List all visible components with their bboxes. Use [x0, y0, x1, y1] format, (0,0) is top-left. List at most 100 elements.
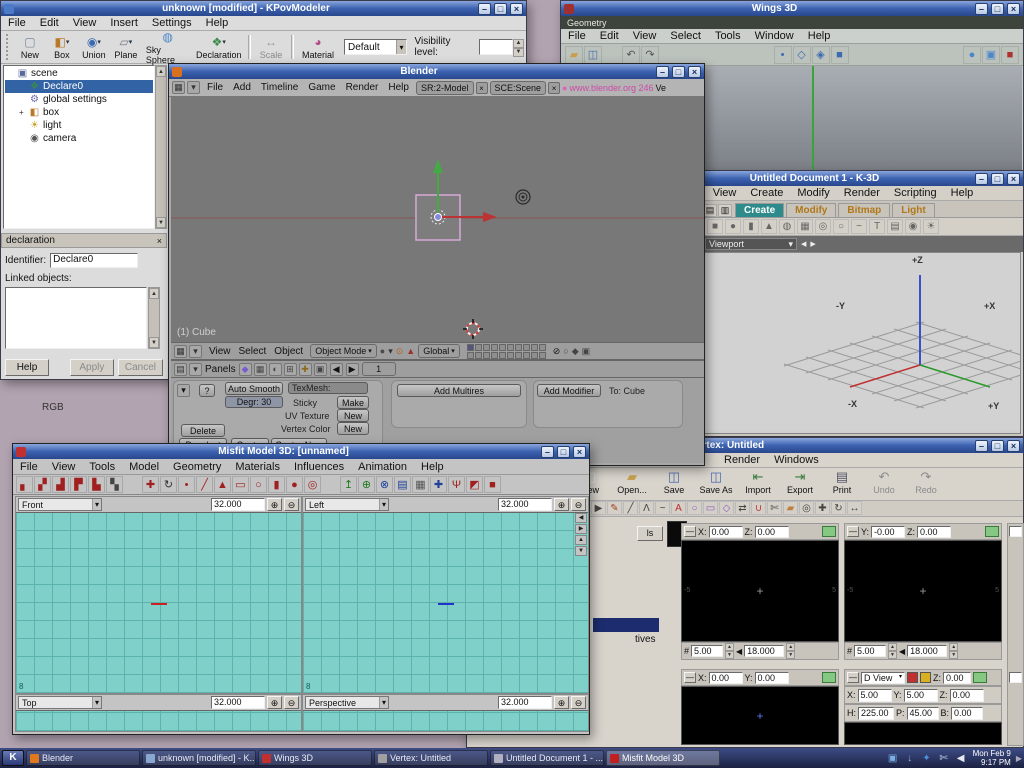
- pitch-input[interactable]: 45.00: [907, 707, 939, 720]
- toolbar-handle-icon[interactable]: [6, 34, 11, 60]
- minimize-icon[interactable]: –: [975, 173, 988, 185]
- z-input[interactable]: 0.00: [943, 672, 971, 684]
- face-select-icon[interactable]: ◈: [812, 46, 830, 64]
- collapse-panel-icon[interactable]: —: [684, 672, 696, 683]
- save-button[interactable]: ◫ Save: [653, 468, 695, 495]
- object-context-icon[interactable]: ⊞: [284, 363, 297, 376]
- panel-align-icon[interactable]: ▤: [174, 363, 187, 376]
- logic-context-icon[interactable]: ◆: [239, 363, 252, 376]
- redo-button[interactable]: ↷ Redo: [905, 468, 947, 495]
- joint-tool-icon[interactable]: ✚: [430, 476, 447, 493]
- panel-collapse-icon[interactable]: ▾: [177, 384, 190, 397]
- dropdown-arrow-icon[interactable]: ▾: [788, 239, 793, 250]
- maximize-icon[interactable]: □: [991, 440, 1004, 452]
- collapse-panel-icon[interactable]: —: [684, 526, 696, 537]
- zoom-spinner[interactable]: ▲▼: [949, 643, 958, 659]
- wings-titlebar[interactable]: Wings 3D – □ ×: [561, 1, 1023, 16]
- auto-smooth-button[interactable]: Auto Smooth: [225, 382, 283, 395]
- menu-item[interactable]: Scripting: [887, 186, 944, 200]
- toolbar-icon[interactable]: [603, 46, 621, 64]
- extrude-tool-icon[interactable]: ↥: [340, 476, 357, 493]
- zoom-in-icon[interactable]: ⊕: [554, 696, 569, 709]
- pivot-center-icon[interactable]: ⊙: [396, 346, 404, 357]
- polygon-icon[interactable]: ◇: [719, 501, 734, 515]
- grid-size-spinner[interactable]: ▲▼: [725, 643, 734, 659]
- declaration-button[interactable]: ❖▾ Declaration: [193, 35, 244, 60]
- menu-item[interactable]: Modify: [790, 186, 836, 200]
- lock-icon[interactable]: ⊘: [553, 346, 561, 357]
- scene-context-icon[interactable]: ▣: [314, 363, 327, 376]
- uv-texture-new-button[interactable]: New: [337, 409, 369, 422]
- tree-item-light[interactable]: ☀ light: [5, 119, 153, 132]
- minimize-icon[interactable]: –: [656, 66, 669, 78]
- menu-item[interactable]: Game: [303, 81, 340, 94]
- select-bone-joints-icon[interactable]: ▙: [88, 476, 105, 493]
- sky-sphere-button[interactable]: ◍ Sky Sphere: [142, 30, 194, 65]
- zoom-spinner[interactable]: ▲▼: [786, 643, 795, 659]
- menu-item[interactable]: Edit: [593, 29, 626, 43]
- create-torus-icon[interactable]: ◎: [815, 219, 831, 234]
- cylinder-tool-icon[interactable]: ▮: [268, 476, 285, 493]
- tree-scrollbar[interactable]: ▲ ▼: [155, 65, 167, 229]
- vertex-color-new-button[interactable]: New: [337, 422, 369, 435]
- menu-item[interactable]: Render: [837, 186, 887, 200]
- scale-button[interactable]: ↔ Scale: [255, 35, 287, 60]
- viewport-shading-icon[interactable]: ●: [380, 346, 385, 357]
- update-notifier-icon[interactable]: ↓: [903, 751, 917, 765]
- spin-up-icon[interactable]: ▲: [513, 39, 524, 48]
- menu-item[interactable]: Help: [199, 16, 236, 30]
- zoom-level-input[interactable]: 32.000: [211, 498, 265, 511]
- minimize-icon[interactable]: –: [478, 3, 491, 15]
- zoom-input[interactable]: 18.000: [907, 645, 947, 657]
- taskbar-task-button[interactable]: Untitled Document 1 - ...: [490, 750, 604, 766]
- frame-next-icon[interactable]: ▶: [346, 363, 359, 376]
- render-mode-icon[interactable]: [907, 672, 918, 683]
- screen-dropdown[interactable]: SR:2-Model: [416, 81, 474, 95]
- front-canvas[interactable]: 8: [16, 512, 301, 693]
- tree-item-box[interactable]: + ◧ box: [5, 106, 153, 119]
- scroll-down-icon[interactable]: ▼: [156, 217, 166, 228]
- view-direction-dropdown[interactable]: Top ▾: [18, 696, 102, 709]
- menu-item[interactable]: File: [202, 81, 228, 94]
- close-icon[interactable]: ×: [1007, 3, 1020, 15]
- ortho-viewport-xz[interactable]: + -5 5: [681, 540, 839, 642]
- perspective-viewport[interactable]: [844, 722, 1002, 745]
- zoom-level-input[interactable]: 32.000: [498, 696, 552, 709]
- plane-button[interactable]: ▱▾ Plane: [110, 35, 142, 60]
- color-swatch-icon[interactable]: ■: [484, 476, 501, 493]
- toolbar-icon[interactable]: [850, 46, 963, 64]
- viewport-prev-icon[interactable]: ◀: [801, 240, 806, 248]
- rotate-view-icon[interactable]: ↻: [831, 501, 846, 515]
- cam-z-input[interactable]: 0.00: [950, 689, 984, 702]
- background-image-icon[interactable]: ▤: [394, 476, 411, 493]
- shading-context-icon[interactable]: ◐: [269, 363, 282, 376]
- import-button[interactable]: ⇤ Import: [737, 468, 779, 495]
- spin-down-icon[interactable]: ▼: [513, 48, 524, 57]
- zoom-collapse-icon[interactable]: ◀: [736, 647, 742, 656]
- redo-icon[interactable]: ↷: [641, 46, 659, 64]
- selected-list-item[interactable]: [593, 618, 659, 632]
- panel-tab[interactable]: Modify: [786, 203, 836, 217]
- menu-item[interactable]: Tools: [82, 460, 122, 474]
- toolbar-icon[interactable]: [124, 476, 141, 493]
- torus-tool-icon[interactable]: ◎: [304, 476, 321, 493]
- list-scrollbar[interactable]: ▲ ▼: [148, 287, 160, 349]
- tree-item-scene[interactable]: ▣ scene: [5, 67, 153, 80]
- linked-objects-list[interactable]: [5, 287, 147, 349]
- create-light-icon[interactable]: ☀: [923, 219, 939, 234]
- clipboard-icon[interactable]: ✄: [937, 751, 951, 765]
- zoom-tool-icon[interactable]: ◎: [799, 501, 814, 515]
- taskbar-task-button[interactable]: unknown [modified] - K...: [142, 750, 256, 766]
- taskbar-task-button[interactable]: Misfit Model 3D: [606, 750, 720, 766]
- misfit-titlebar[interactable]: Misfit Model 3D: [unnamed] – □ ×: [13, 444, 589, 459]
- view-pager[interactable]: ◀ ▶ ▲ ▼: [575, 513, 587, 556]
- orthographic-icon[interactable]: ▣: [982, 46, 1000, 64]
- z-input[interactable]: 0.00: [755, 526, 789, 538]
- minimize-icon[interactable]: –: [975, 3, 988, 15]
- menu-item[interactable]: Help: [383, 81, 414, 94]
- render-preview-icon[interactable]: ▣: [582, 346, 591, 357]
- editing-context-icon[interactable]: ✚: [299, 363, 312, 376]
- scroll-up-icon[interactable]: ▲: [156, 66, 166, 77]
- viewport-next-icon[interactable]: ▶: [810, 240, 815, 248]
- visibility-level-spinner[interactable]: ▲▼: [479, 39, 524, 55]
